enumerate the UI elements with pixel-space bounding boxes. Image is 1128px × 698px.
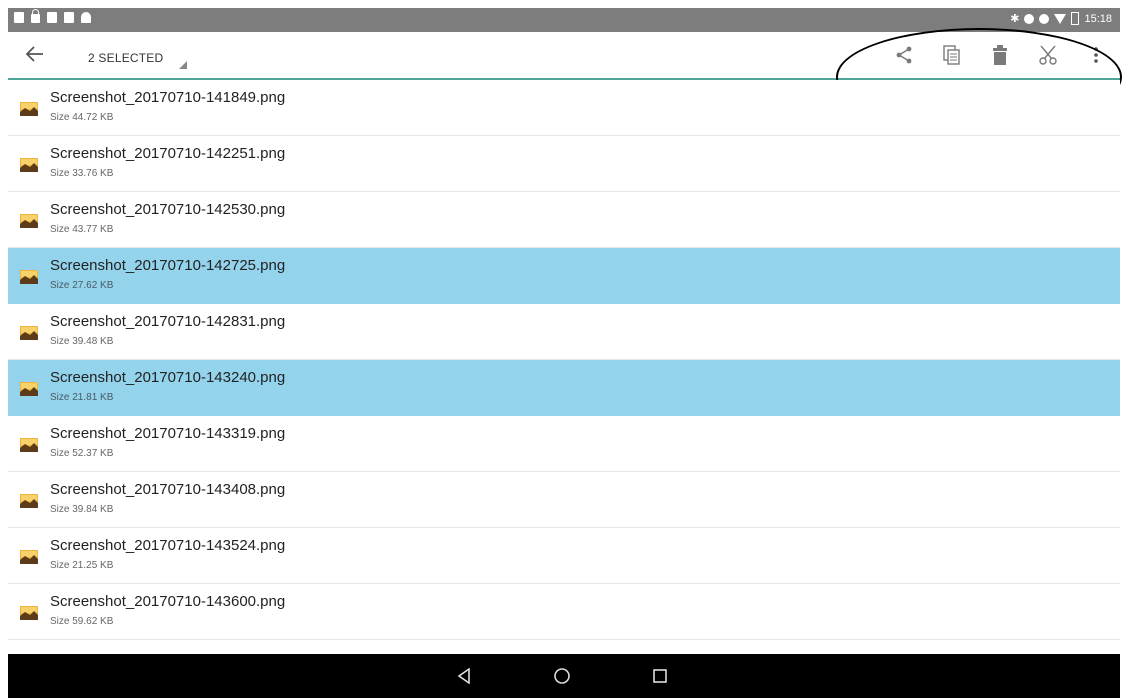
file-size: Size 21.81 KB xyxy=(50,392,114,403)
file-name: Screenshot_20170710-142831.png xyxy=(50,313,286,330)
file-size: Size 33.76 KB xyxy=(50,168,114,179)
android-icon xyxy=(81,12,91,23)
cut-icon[interactable] xyxy=(1024,32,1072,78)
image-file-icon xyxy=(20,438,38,452)
navigation-bar xyxy=(8,654,1120,698)
recents-nav-icon[interactable] xyxy=(648,664,672,688)
status-time: 15:18 xyxy=(1084,12,1112,25)
file-name: Screenshot_20170710-143240.png xyxy=(50,369,286,386)
file-name: Screenshot_20170710-141849.png xyxy=(50,89,286,106)
file-list-item[interactable]: Screenshot_20170710-142725.png Size 27.62… xyxy=(8,248,1120,304)
file-list: Screenshot_20170710-141849.png Size 44.72… xyxy=(8,80,1120,654)
file-icon xyxy=(64,12,74,23)
system-icons: ✱ 15:18 xyxy=(1010,12,1112,25)
file-name: Screenshot_20170710-142725.png xyxy=(50,257,286,274)
status-bar: ✱ 15:18 xyxy=(8,8,1120,32)
copy-icon[interactable] xyxy=(928,32,976,78)
file-size: Size 44.72 KB xyxy=(50,112,114,123)
alarm-icon xyxy=(1024,13,1035,24)
file-size: Size 27.62 KB xyxy=(50,280,114,291)
lock-icon xyxy=(31,9,40,23)
file-list-item[interactable]: Screenshot_20170710-142831.png Size 39.48… xyxy=(8,304,1120,360)
image-file-icon xyxy=(20,550,38,564)
file-name: Screenshot_20170710-143524.png xyxy=(50,537,286,554)
image-file-icon xyxy=(20,326,38,340)
file-name: Screenshot_20170710-142251.png xyxy=(50,145,286,162)
image-notification-icon xyxy=(14,12,24,23)
image-file-icon xyxy=(20,606,38,620)
wifi-icon xyxy=(1054,13,1067,24)
image-file-icon xyxy=(20,158,38,172)
file-name: Screenshot_20170710-143600.png xyxy=(50,593,286,610)
image-file-icon xyxy=(20,494,38,508)
file-size: Size 52.37 KB xyxy=(50,448,114,459)
file-size: Size 59.62 KB xyxy=(50,616,114,627)
file-size: Size 21.25 KB xyxy=(50,560,114,571)
file-size: Size 39.48 KB xyxy=(50,336,114,347)
file-list-item[interactable]: Screenshot_20170710-143240.png Size 21.81… xyxy=(8,360,1120,416)
selection-count[interactable]: 2 SELECTED xyxy=(88,51,163,65)
delete-icon[interactable] xyxy=(976,32,1024,78)
file-size: Size 39.84 KB xyxy=(50,504,114,515)
image-file-icon xyxy=(20,382,38,396)
home-nav-icon[interactable] xyxy=(550,664,574,688)
selection-toolbar: 2 SELECTED xyxy=(8,32,1120,80)
selection-dropdown-icon[interactable] xyxy=(179,61,187,69)
file-list-item[interactable] xyxy=(8,640,1120,654)
file-list-item[interactable]: Screenshot_20170710-141849.png Size 44.72… xyxy=(8,80,1120,136)
file-name: Screenshot_20170710-143408.png xyxy=(50,481,286,498)
back-nav-icon[interactable] xyxy=(452,664,476,688)
file-name: Screenshot_20170710-143319.png xyxy=(50,425,286,442)
do-not-disturb-icon xyxy=(1039,13,1050,24)
file-list-item[interactable]: Screenshot_20170710-143408.png Size 39.84… xyxy=(8,472,1120,528)
image-file-icon xyxy=(20,214,38,228)
file-list-item[interactable]: Screenshot_20170710-143600.png Size 59.62… xyxy=(8,584,1120,640)
image-file-icon xyxy=(20,102,38,116)
back-arrow-icon[interactable] xyxy=(22,41,48,67)
file-list-item[interactable]: Screenshot_20170710-143524.png Size 21.25… xyxy=(8,528,1120,584)
file-name: Screenshot_20170710-142530.png xyxy=(50,201,286,218)
battery-icon xyxy=(1071,12,1080,25)
action-icons xyxy=(880,32,1120,78)
file-list-item[interactable]: Screenshot_20170710-143319.png Size 52.37… xyxy=(8,416,1120,472)
folder-icon xyxy=(47,12,57,23)
file-list-item[interactable]: Screenshot_20170710-142251.png Size 33.76… xyxy=(8,136,1120,192)
bluetooth-icon: ✱ xyxy=(1010,13,1020,25)
share-icon[interactable] xyxy=(880,32,928,78)
image-file-icon xyxy=(20,270,38,284)
notification-icons xyxy=(14,9,91,23)
file-size: Size 43.77 KB xyxy=(50,224,114,235)
more-options-icon[interactable] xyxy=(1072,32,1120,78)
file-list-item[interactable]: Screenshot_20170710-142530.png Size 43.77… xyxy=(8,192,1120,248)
